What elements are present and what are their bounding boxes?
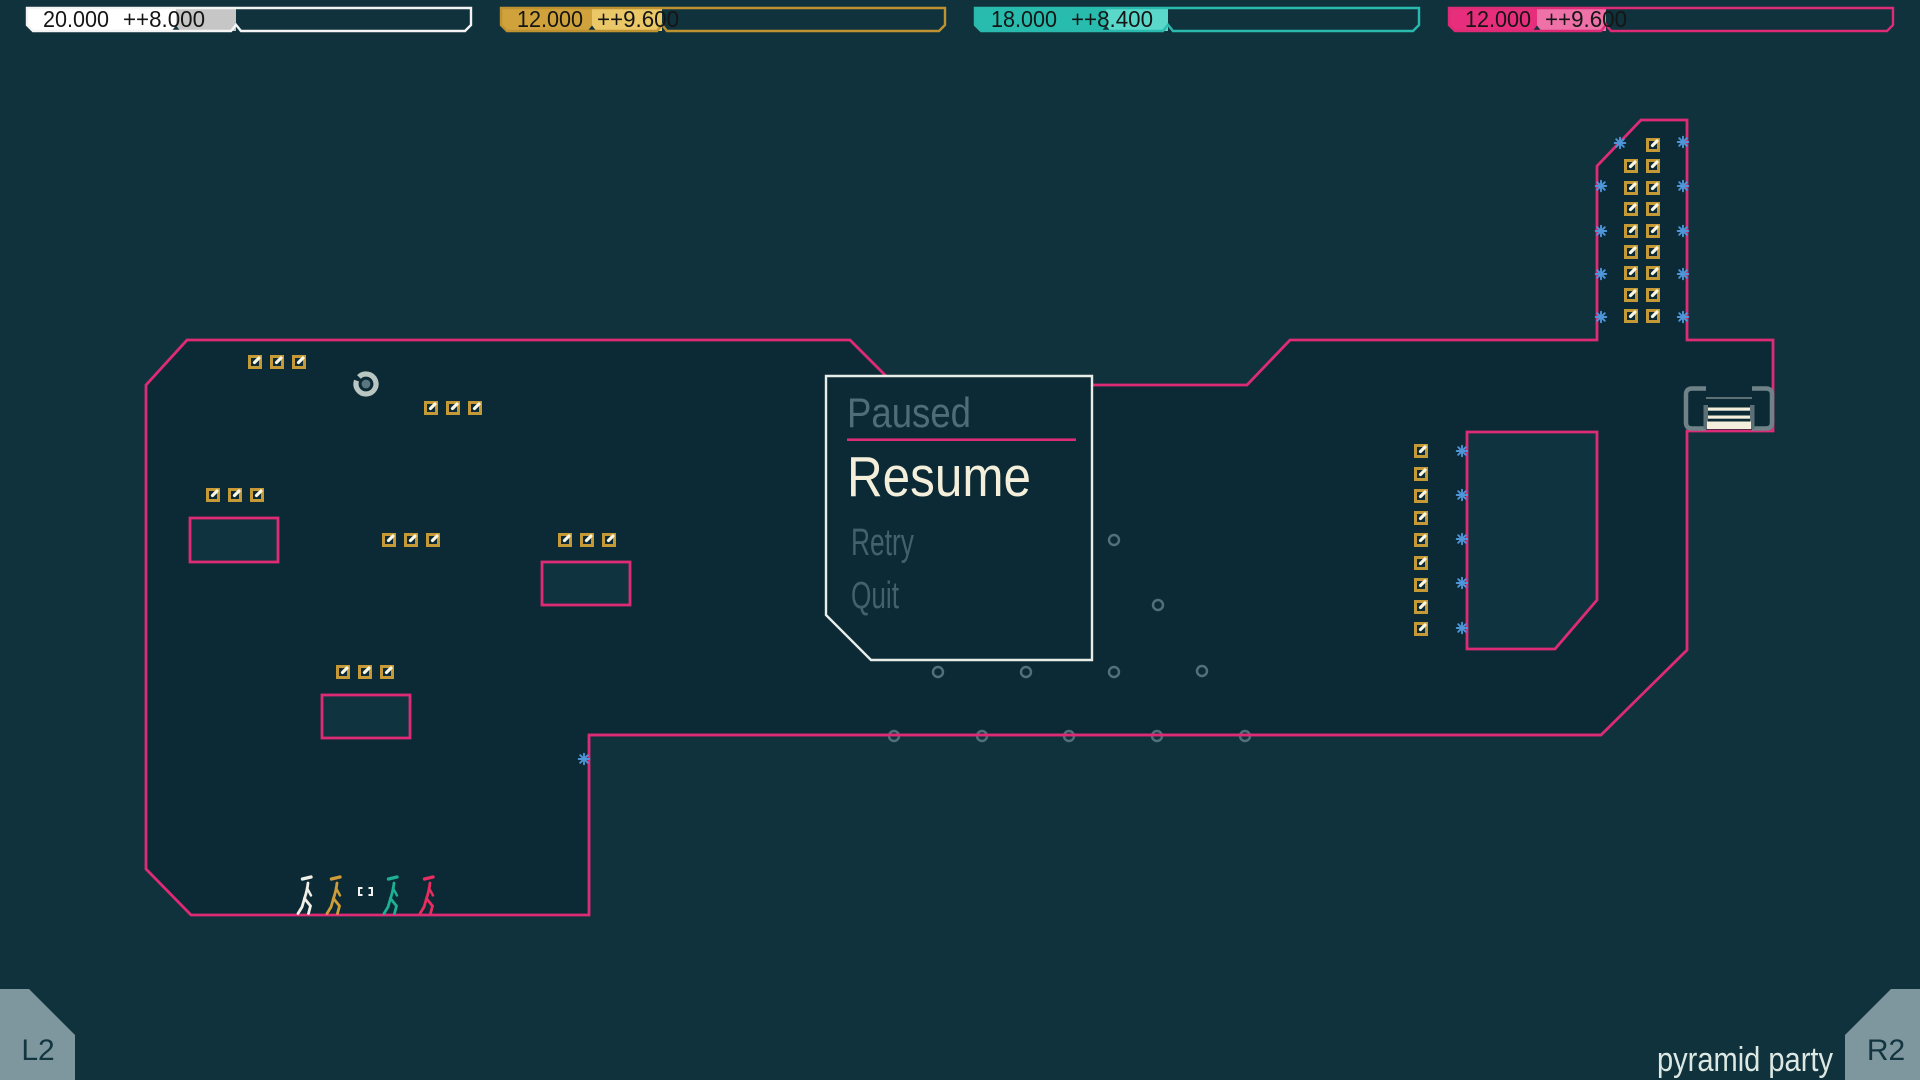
svg-text:12.000: 12.000 (1465, 6, 1531, 32)
svg-text:12.000: 12.000 (517, 6, 583, 32)
svg-text:R2: R2 (1867, 1034, 1905, 1067)
svg-text:++9.600: ++9.600 (1545, 6, 1627, 32)
svg-text:Paused: Paused (847, 389, 971, 436)
svg-text:18.000: 18.000 (991, 6, 1057, 32)
svg-text:Resume: Resume (847, 445, 1031, 509)
svg-text:L2: L2 (21, 1034, 54, 1067)
svg-text:Retry: Retry (851, 522, 914, 564)
svg-text:++8.000: ++8.000 (123, 6, 205, 32)
svg-text:pyramid party: pyramid party (1657, 1041, 1833, 1079)
svg-text:20.000: 20.000 (43, 6, 109, 32)
svg-text:Quit: Quit (851, 575, 899, 617)
svg-text:++8.400: ++8.400 (1071, 6, 1153, 32)
svg-text:++9.600: ++9.600 (597, 6, 679, 32)
